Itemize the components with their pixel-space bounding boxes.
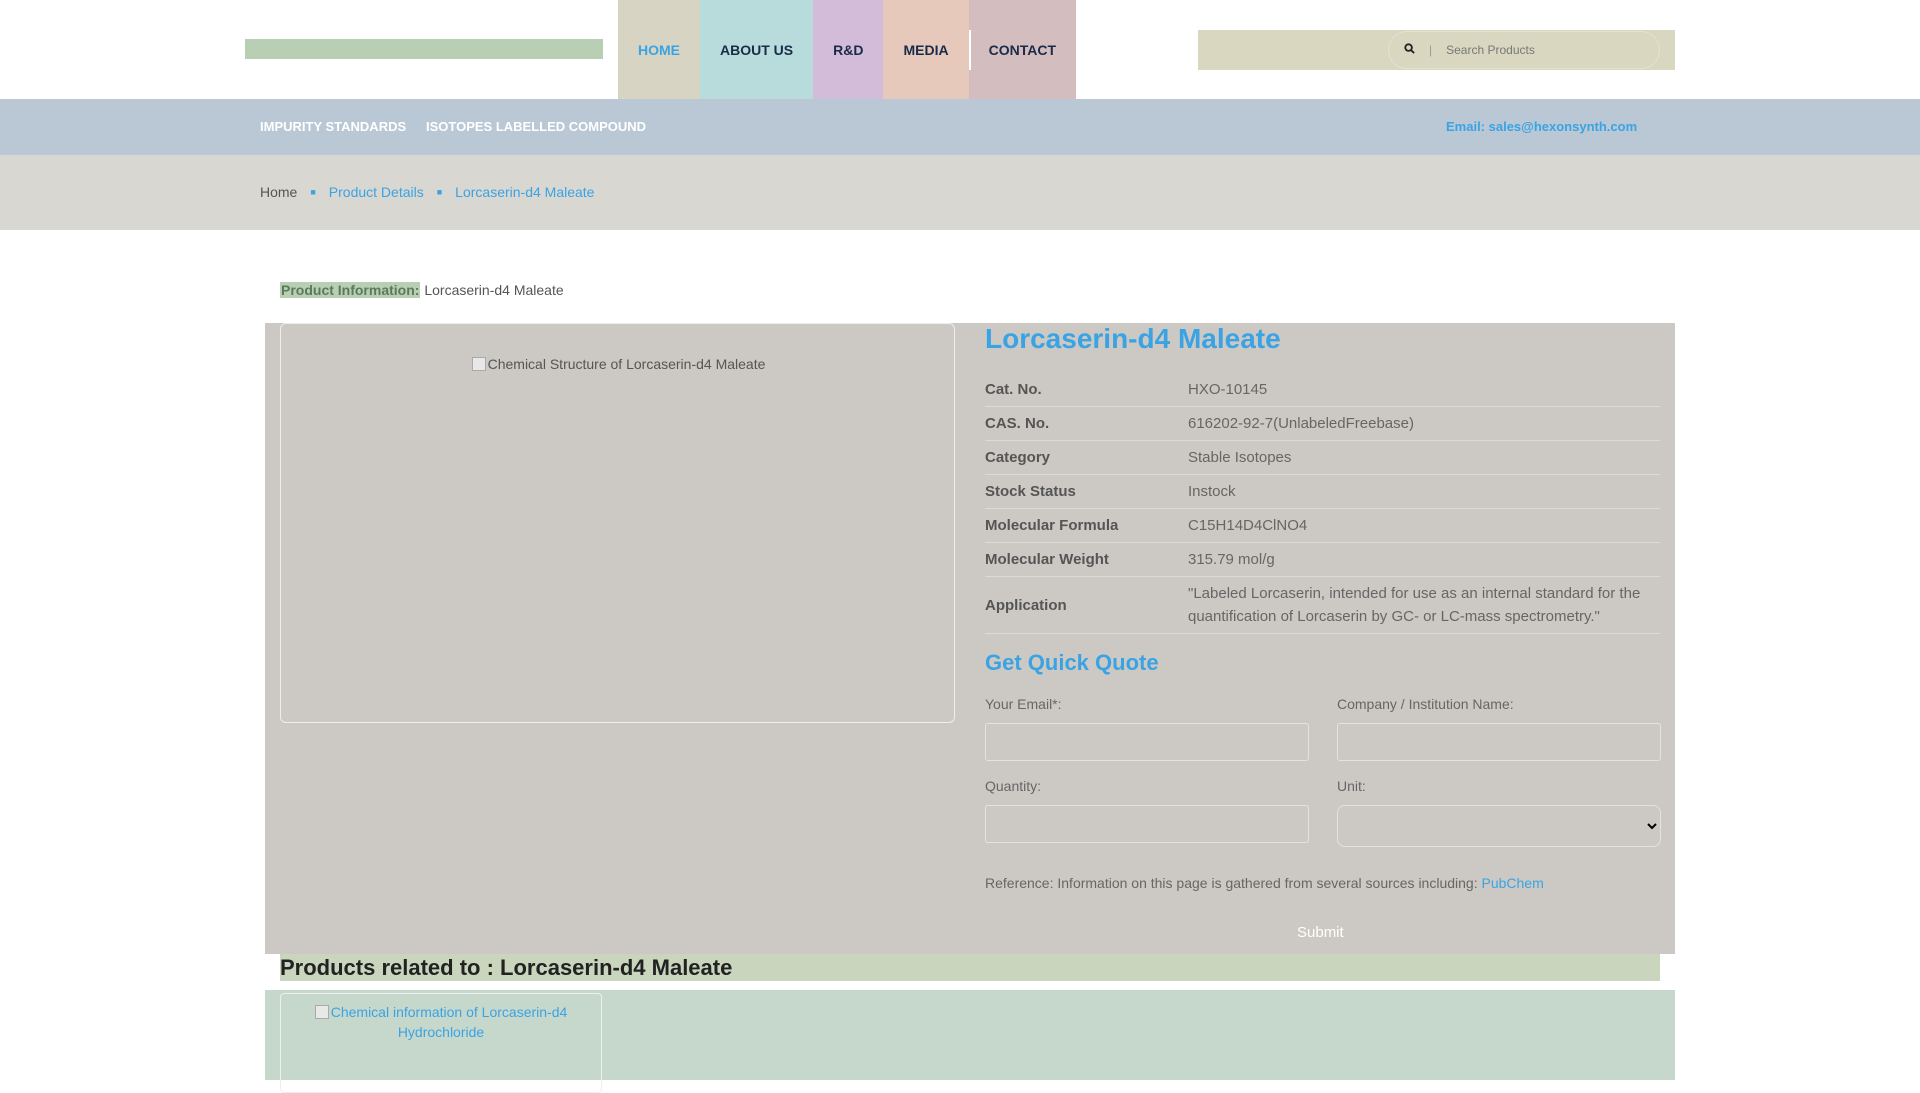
table-row: Molecular Weight 315.79 mol/g (985, 542, 1660, 577)
spec-value: HXO-10145 (1188, 373, 1660, 407)
related-product-card[interactable]: Chemical information of Lorcaserin-d4 Hy… (280, 993, 602, 1093)
table-row: Molecular Formula C15H14D4ClNO4 (985, 508, 1660, 543)
reference-text: Reference: Information on this page is g… (985, 875, 1478, 891)
unit-label: Unit: (1337, 778, 1366, 794)
search-input[interactable] (1446, 43, 1637, 57)
chevron-right-icon: ■ (310, 187, 316, 197)
quote-form: Your Email*: Company / Institution Name:… (985, 696, 1661, 861)
breadcrumb-bar: Home ■ Product Details ■ Lorcaserin-d4 M… (0, 155, 1920, 230)
breadcrumb-current[interactable]: Lorcaserin-d4 Maleate (455, 184, 594, 200)
nav-media[interactable]: MEDIA (883, 0, 969, 99)
email-field[interactable] (985, 723, 1309, 761)
spec-value: "Labeled Lorcaserin, intended for use as… (1188, 576, 1660, 634)
reference-note: Reference: Information on this page is g… (985, 875, 1660, 891)
table-row: CAS. No. 616202-92-7(UnlabeledFreebase) (985, 406, 1660, 441)
spec-value: Instock (1188, 474, 1660, 509)
spec-value: Stable Isotopes (1188, 440, 1660, 475)
product-information: Product Information: Lorcaserin-d4 Malea… (280, 282, 564, 298)
chevron-right-icon: ■ (436, 187, 443, 197)
quantity-label: Quantity: (985, 778, 1042, 794)
site-header: HOME ABOUT US R&D MEDIA CONTACT | (0, 0, 1920, 99)
pubchem-link[interactable]: PubChem (1482, 875, 1544, 891)
related-products: Chemical information of Lorcaserin-d4 Hy… (265, 990, 1675, 1093)
site-logo[interactable] (245, 39, 603, 59)
table-row: Application "Labeled Lorcaserin, intende… (985, 576, 1660, 634)
breadcrumb-product-details[interactable]: Product Details (329, 184, 424, 200)
table-row: Stock Status Instock (985, 474, 1660, 509)
spec-key: Stock Status (985, 474, 1188, 509)
contact-email-link[interactable]: Email: sales@hexonsynth.com (1446, 119, 1637, 134)
table-row: Cat. No. HXO-10145 (985, 373, 1660, 407)
email-label: Your Email*: (985, 696, 1062, 712)
broken-image-icon (314, 1005, 329, 1019)
search-bar: | (1198, 30, 1675, 70)
subnav-isotopes-labelled-compound[interactable]: ISOTOPES LABELLED COMPOUND (426, 119, 646, 134)
related-products-heading: Products related to : Lorcaserin-d4 Male… (280, 954, 1660, 981)
email-group: Your Email*: (985, 696, 1309, 761)
spec-value: C15H14D4ClNO4 (1188, 508, 1660, 543)
unit-group: Unit: (1337, 778, 1661, 847)
product-title: Lorcaserin-d4 Maleate (985, 323, 1281, 354)
search-separator: | (1429, 43, 1433, 57)
table-row: Category Stable Isotopes (985, 440, 1660, 475)
quantity-field[interactable] (985, 805, 1309, 843)
broken-image-icon (471, 357, 486, 371)
product-structure-image: Chemical Structure of Lorcaserin-d4 Male… (281, 356, 956, 372)
quantity-group: Quantity: (985, 778, 1309, 843)
company-field[interactable] (1337, 723, 1661, 761)
search-box: | (1388, 31, 1660, 69)
nav-contact[interactable]: CONTACT (968, 0, 1076, 99)
subnav-impurity-standards[interactable]: IMPURITY STANDARDS (260, 119, 406, 134)
nav-about-us[interactable]: ABOUT US (700, 0, 814, 99)
company-label: Company / Institution Name: (1337, 696, 1514, 712)
product-image-box: Chemical Structure of Lorcaserin-d4 Male… (280, 323, 955, 723)
spec-key: Molecular Weight (985, 542, 1188, 577)
spec-value: 315.79 mol/g (1188, 542, 1660, 577)
product-details: Lorcaserin-d4 Maleate Cat. No. HXO-10145… (985, 323, 1661, 891)
search-icon[interactable] (1389, 43, 1429, 57)
spec-value: 616202-92-7(UnlabeledFreebase) (1188, 406, 1660, 441)
nav-home[interactable]: HOME (618, 0, 700, 99)
unit-select[interactable] (1337, 805, 1661, 847)
breadcrumb: Home ■ Product Details ■ Lorcaserin-d4 M… (260, 184, 594, 200)
spec-key: Molecular Formula (985, 508, 1188, 543)
related-product-image-alt: Chemical information of Lorcaserin-d4 Hy… (330, 1004, 568, 1040)
product-information-label: Product Information: (280, 282, 421, 298)
company-group: Company / Institution Name: (1337, 696, 1661, 761)
nav-rd[interactable]: R&D (813, 0, 884, 99)
breadcrumb-home[interactable]: Home (260, 184, 297, 200)
sub-nav: IMPURITY STANDARDS ISOTOPES LABELLED COM… (0, 99, 1920, 155)
product-information-name: Lorcaserin-d4 Maleate (424, 282, 564, 298)
product-panel: Chemical Structure of Lorcaserin-d4 Male… (265, 323, 1675, 954)
main-nav: HOME ABOUT US R&D MEDIA CONTACT (618, 0, 1076, 99)
spec-key: Category (985, 440, 1188, 475)
spec-table: Cat. No. HXO-10145 CAS. No. 616202-92-7(… (985, 373, 1660, 634)
spec-key: CAS. No. (985, 406, 1188, 441)
product-image-alt: Chemical Structure of Lorcaserin-d4 Male… (487, 356, 766, 372)
submit-button[interactable]: Submit (1297, 924, 1344, 941)
quick-quote-title: Get Quick Quote (985, 650, 1159, 675)
spec-key: Application (985, 576, 1188, 634)
spec-key: Cat. No. (985, 373, 1188, 407)
